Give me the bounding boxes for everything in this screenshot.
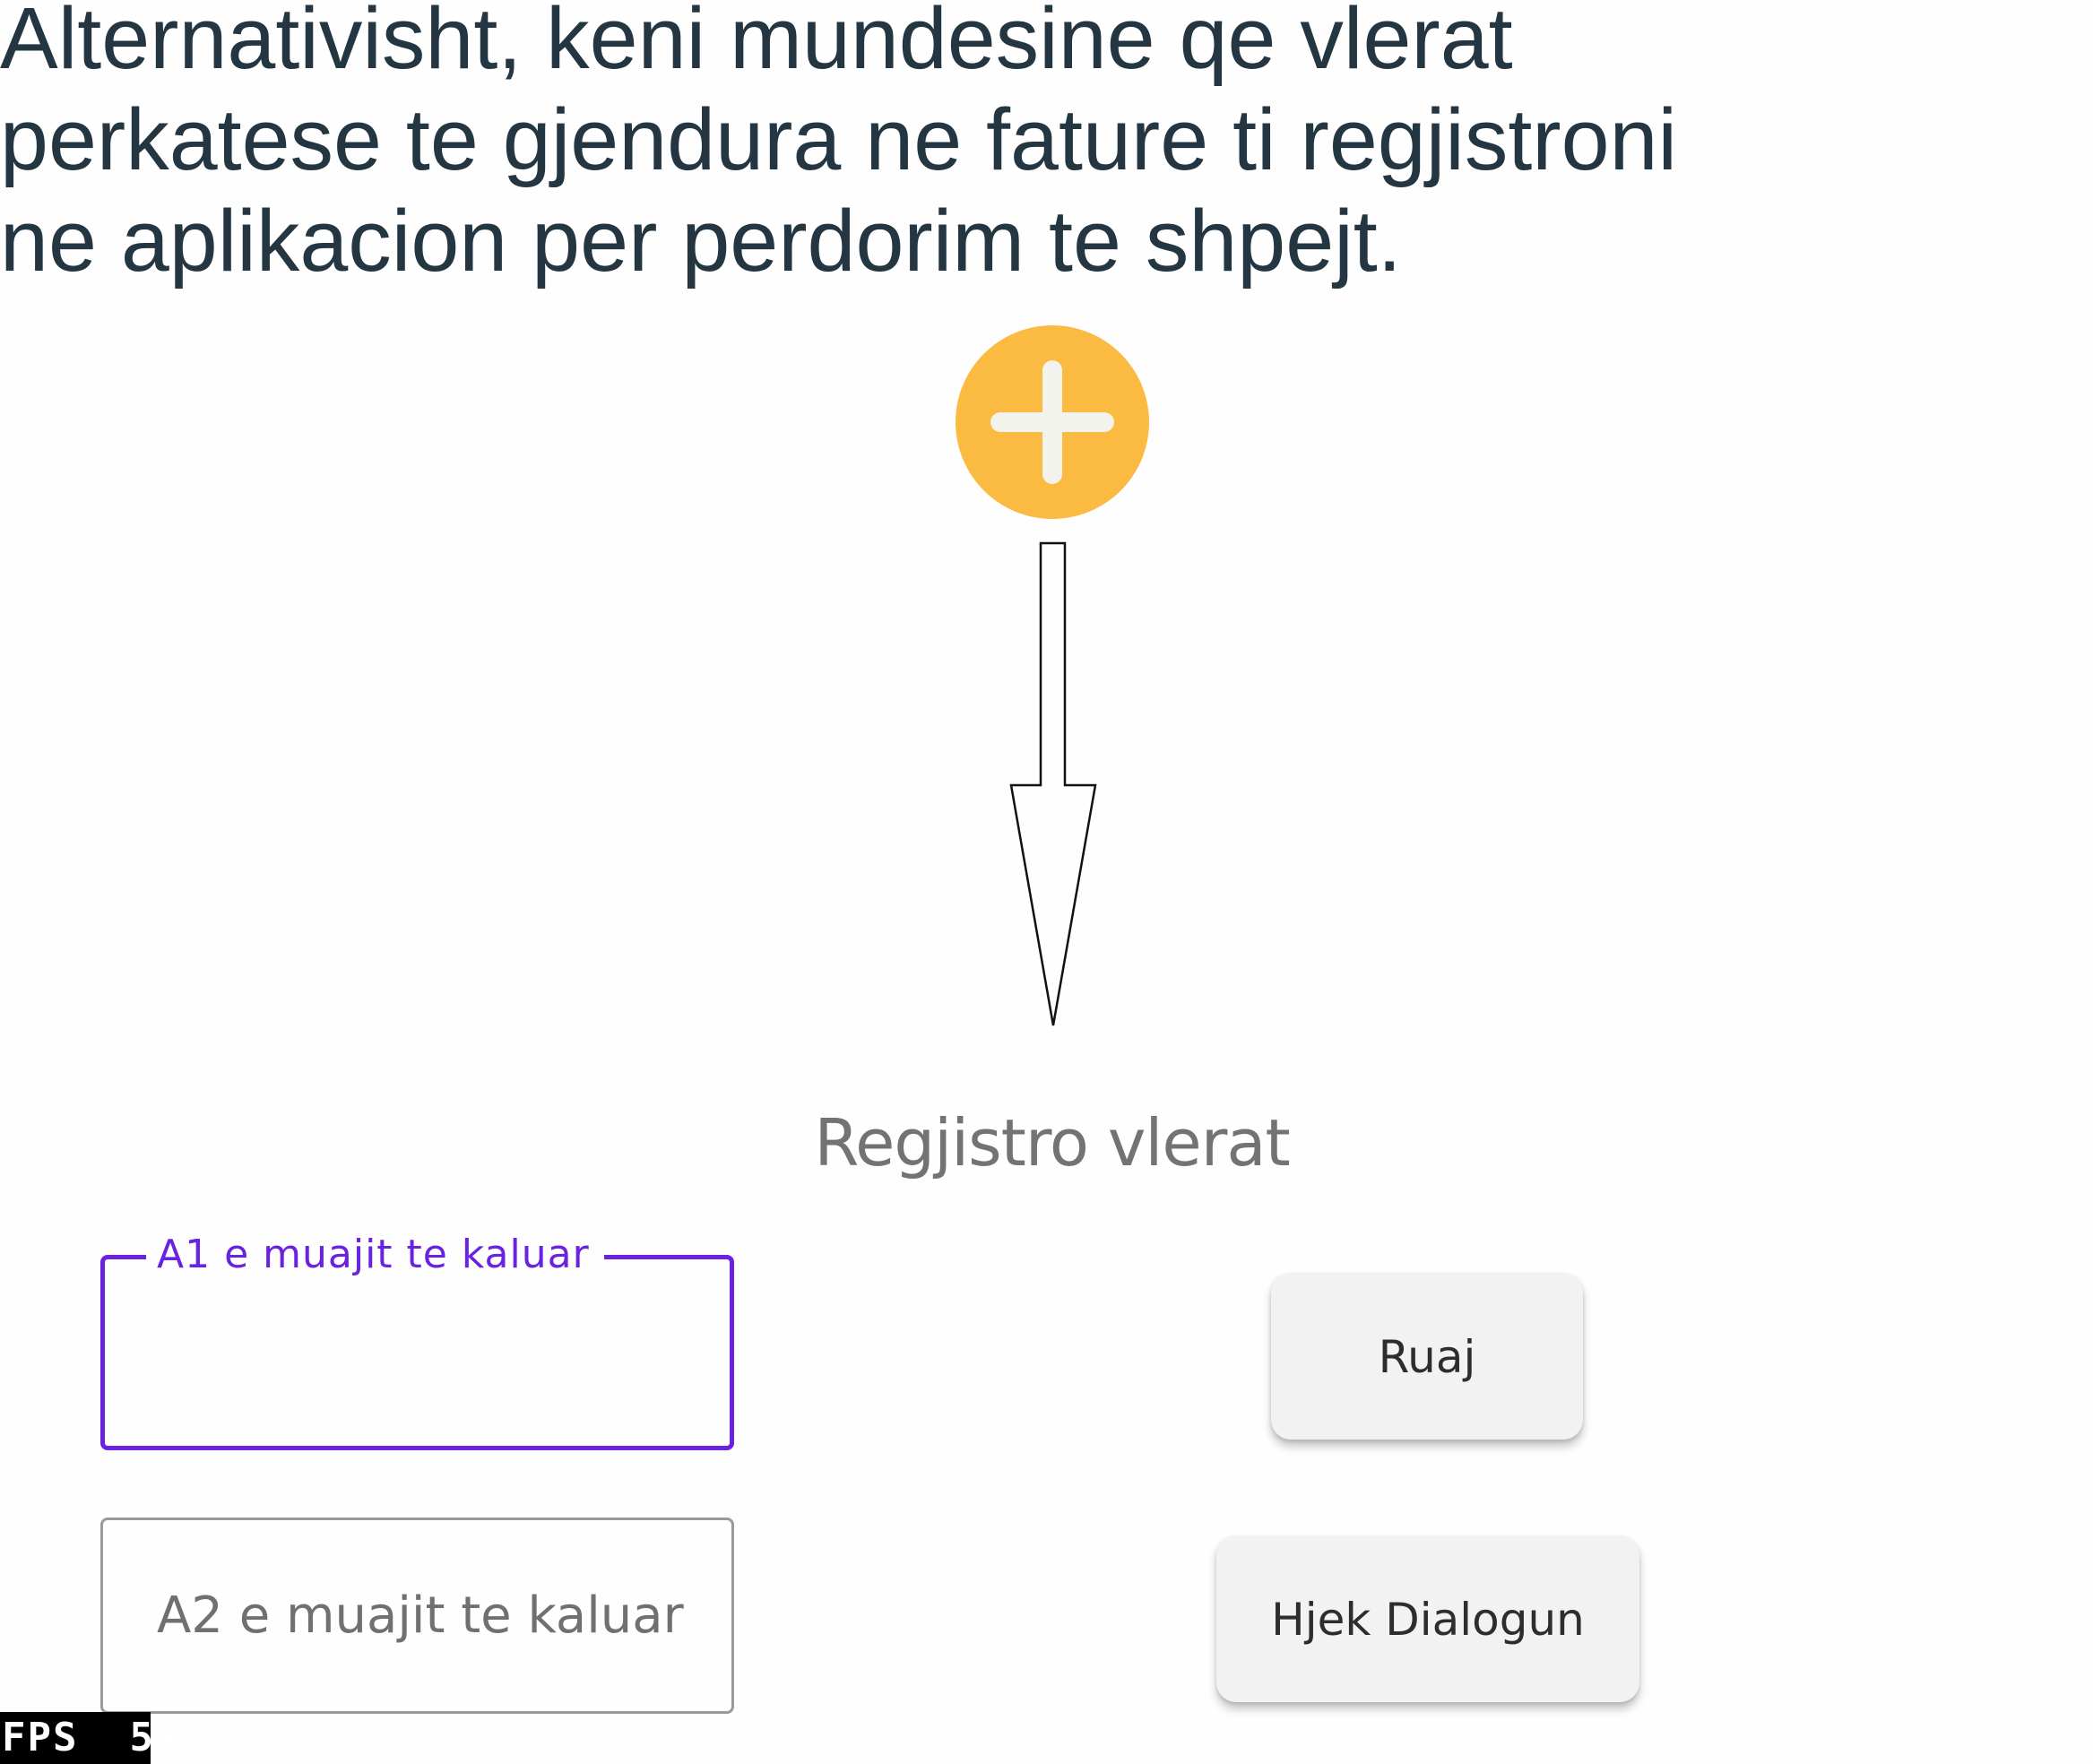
arrow-down-icon [1009, 541, 1097, 1026]
fps-counter: FPS 59 [0, 1712, 178, 1764]
a1-input[interactable] [159, 1259, 696, 1446]
plus-icon [990, 360, 1114, 484]
a1-last-month-field[interactable]: A1 e muajit te kaluar [100, 1230, 734, 1450]
instruction-line-2: perkatese te gjendura ne fature ti regji… [0, 91, 1678, 188]
instruction-line-3: ne aplikacion per perdorim te shpejt. [0, 192, 1402, 290]
add-values-button[interactable] [956, 325, 1149, 519]
save-button[interactable]: Ruaj [1271, 1273, 1583, 1440]
a2-last-month-field[interactable] [100, 1518, 734, 1714]
a2-input[interactable] [157, 1520, 695, 1711]
instruction-line-1: Alternativisht, keni mundesine qe vlerat [0, 0, 1513, 87]
instruction-text: Alternativisht, keni mundesine qe vlerat… [0, 0, 1793, 291]
dialog-title: Regjistro vlerat [814, 1105, 1290, 1180]
dismiss-dialog-button[interactable]: Hjek Dialogun [1216, 1535, 1639, 1702]
